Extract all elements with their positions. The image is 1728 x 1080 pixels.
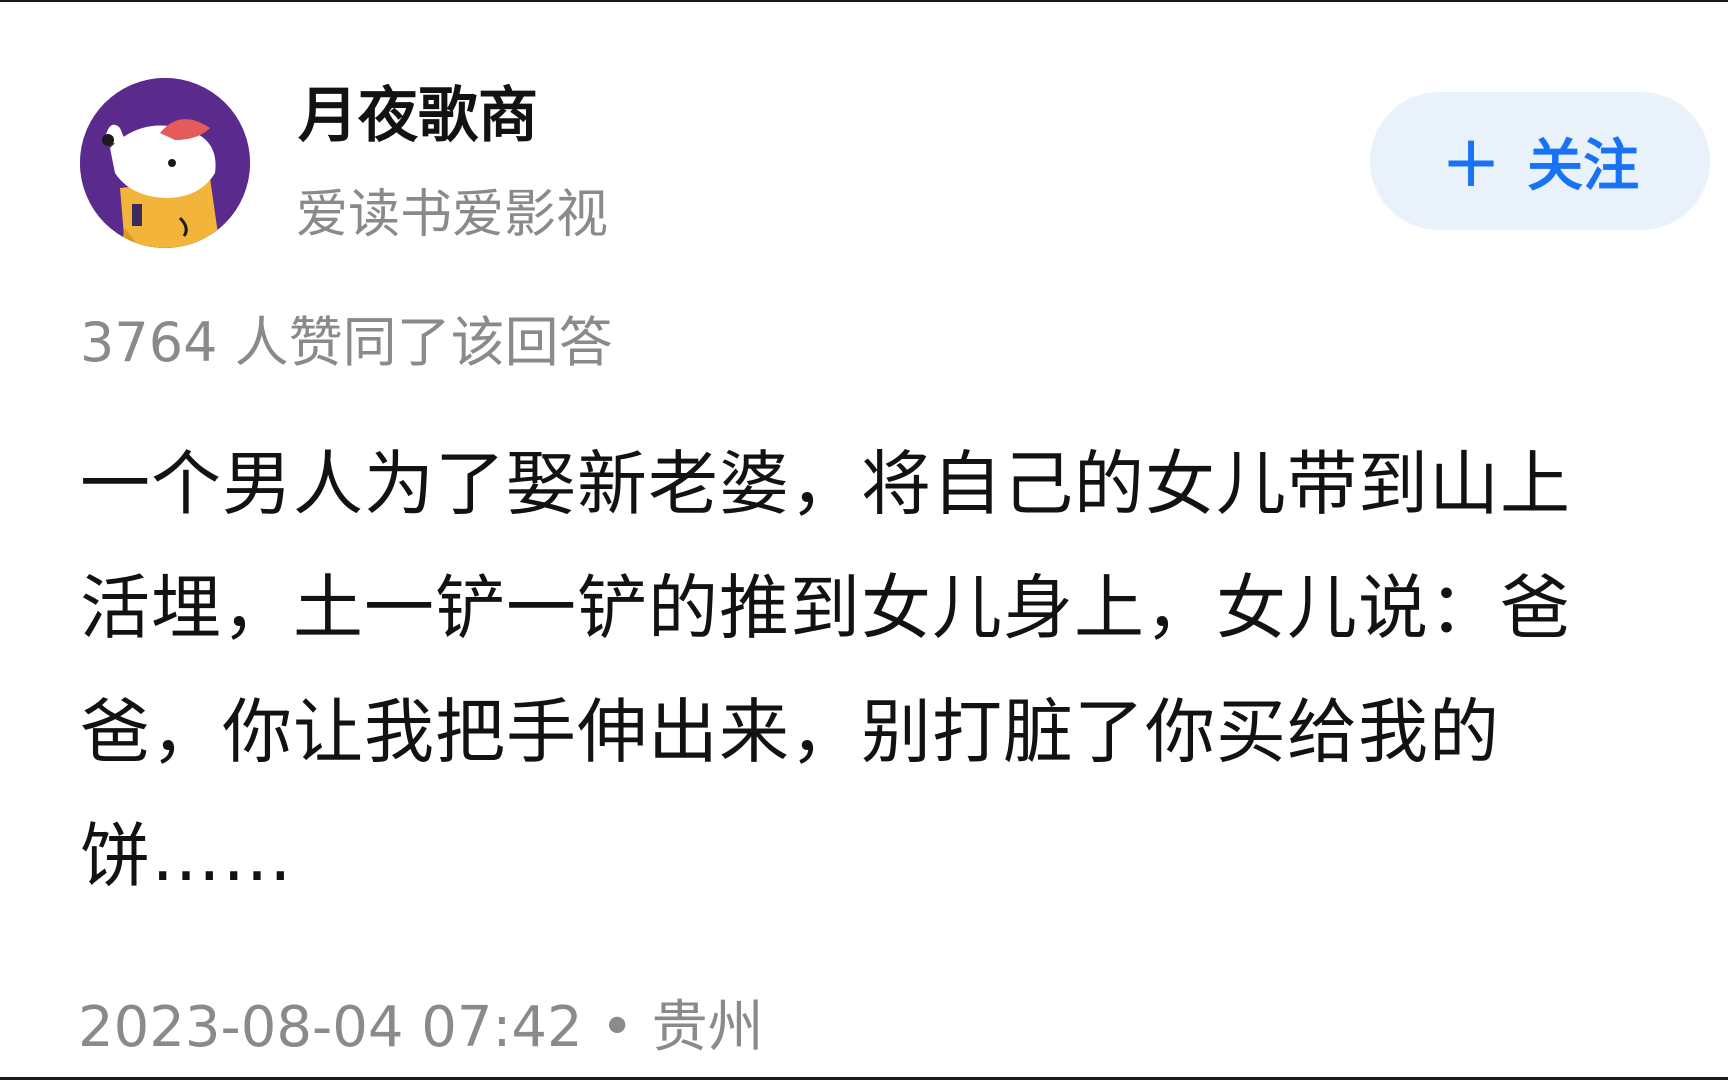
answer-card: 月夜歌商 爱读书爱影视 + 关注 3764 人赞同了该回答 一个男人为了娶新老婆… [0,0,1728,1080]
post-location: 贵州 [651,995,764,1060]
answer-line: 饼…… [80,815,293,897]
answer-body[interactable]: 一个男人为了娶新老婆，将自己的女儿带到山上 活埋，土一铲一铲的推到女儿身上，女儿… [80,422,1728,918]
follow-button-label: 关注 [1527,133,1640,199]
answer-line: 爸，你让我把手伸出来，别打脏了你买给我的 [80,691,1500,773]
avatar[interactable] [80,78,250,248]
meta-separator: • [600,995,634,1060]
author-name[interactable]: 月夜歌商 [298,76,538,156]
plus-icon: + [1440,119,1502,203]
answer-line: 活埋，土一铲一铲的推到女儿身上，女儿说：爸 [80,567,1571,649]
author-bio: 爱读书爱影视 [296,185,609,245]
vote-count[interactable]: 3764 人赞同了该回答 [80,306,613,380]
post-meta: 2023-08-04 07:42 • 贵州 [78,992,764,1064]
dog-character-avatar-icon [80,78,250,248]
post-timestamp: 2023-08-04 07:42 [78,995,583,1060]
answer-line: 一个男人为了娶新老婆，将自己的女儿带到山上 [80,443,1571,525]
follow-button[interactable]: + 关注 [1370,92,1710,230]
